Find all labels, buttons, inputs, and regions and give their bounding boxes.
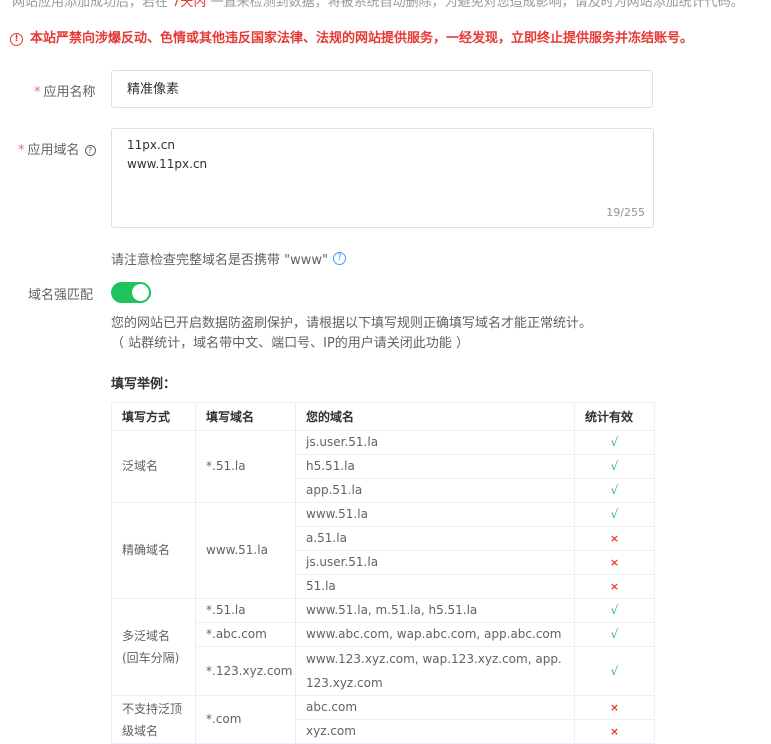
your-domain-cell: www.abc.com, wap.abc.com, app.abc.com	[295, 622, 575, 647]
valid-check-icon: √	[574, 502, 655, 527]
your-domain-cell: a.51.la	[295, 526, 575, 551]
example-title: 填写举例：	[111, 377, 177, 392]
strict-match-desc-line1: 您的网站已开启数据防盗刷保护，请根据以下填写规则正确填写域名才能正常统计。	[111, 316, 593, 331]
valid-check-icon: √	[574, 598, 655, 623]
your-domain-cell: h5.51.la	[295, 454, 575, 479]
column-header: 统计有效	[574, 402, 655, 431]
required-mark: *	[34, 85, 41, 100]
valid-check-icon: √	[574, 454, 655, 479]
help-icon[interactable]: ?	[84, 145, 96, 156]
strict-match-toggle[interactable]	[111, 282, 151, 303]
retention-notice-prefix: 网站应用添加成功后，若在	[12, 0, 169, 10]
your-domain-cell: 51.la	[295, 574, 575, 599]
required-mark: *	[18, 143, 25, 158]
your-domain-cell: abc.com	[295, 695, 575, 720]
entered-domain-cell: *.abc.com	[195, 622, 296, 647]
method-line: 不支持泛顶	[122, 701, 183, 716]
invalid-cross-icon: ×	[574, 550, 655, 575]
table-row: 精确域名 www.51.la www.51.la √	[111, 502, 655, 599]
valid-check-icon: √	[574, 478, 655, 503]
your-domain-cell: www.51.la, m.51.la, h5.51.la	[295, 598, 575, 623]
entered-domain-cell: *.com	[195, 695, 296, 744]
alert-circle-icon: !	[10, 32, 23, 46]
method-cell: 多泛域名 (回车分隔)	[111, 598, 196, 696]
char-counter: 19/255	[606, 206, 645, 219]
app-name-input[interactable]: 精准像素	[111, 70, 653, 108]
domain-www-hint: 请注意检查完整域名是否携带 "www" ?	[111, 249, 346, 268]
legal-warning-text: 本站严禁向涉爆反动、色情或其他违反国家法律、法规的网站提供服务，一经发现，立即终…	[30, 31, 694, 46]
app-name-label: * 应用名称	[34, 81, 96, 100]
table-row: 泛域名 *.51.la js.user.51.la √	[111, 430, 655, 503]
table-row: 不支持泛顶 级域名 *.com abc.com ×	[111, 695, 655, 744]
legal-warning: ! 本站严禁向涉爆反动、色情或其他违反国家法律、法规的网站提供服务，一经发现，立…	[10, 30, 693, 48]
entered-domain-cell: *.51.la	[195, 598, 296, 623]
domain-rules-table: 填写方式 填写域名 您的域名 统计有效 泛域名 *.51.la js.user.…	[111, 402, 655, 744]
column-header: 填写方式	[111, 402, 196, 431]
invalid-cross-icon: ×	[574, 695, 655, 720]
your-domain-cell: js.user.51.la	[295, 430, 575, 455]
method-cell: 不支持泛顶 级域名	[111, 695, 196, 744]
valid-check-icon: √	[574, 430, 655, 455]
table-row: 多泛域名 (回车分隔) *.51.la www.51.la, m.51.la, …	[111, 598, 655, 696]
app-domain-label-text: 应用域名	[27, 143, 80, 158]
your-domain-cell: js.user.51.la	[295, 550, 575, 575]
domain-www-hint-text: 请注意检查完整域名是否携带 "www"	[111, 253, 328, 268]
entered-domain-cell: www.51.la	[195, 502, 296, 599]
invalid-cross-icon: ×	[574, 526, 655, 551]
domain-line: 11px.cn	[127, 138, 176, 152]
your-domain-cell: www.51.la	[295, 502, 575, 527]
retention-days: 7天内	[172, 0, 207, 10]
retention-notice-suffix: 一直未检测到数据，将被系统自动删除，为避免对您造成影响，请及时为网站添加统计代码…	[210, 0, 744, 10]
your-domain-cell: www.123.xyz.com, wap.123.xyz.com, app.12…	[295, 646, 575, 696]
valid-check-icon: √	[574, 622, 655, 647]
valid-check-icon: √	[574, 646, 655, 696]
toggle-knob	[132, 284, 149, 301]
column-header: 填写域名	[195, 402, 296, 431]
strict-match-desc-line2: （ 站群统计，域名带中文、端口号、IP的用户请关闭此功能 ）	[111, 336, 469, 351]
strict-match-label: 域名强匹配	[28, 288, 94, 303]
app-name-label-text: 应用名称	[43, 85, 96, 100]
your-domain-cell: app.51.la	[295, 478, 575, 503]
column-header: 您的域名	[295, 402, 575, 431]
method-cell: 精确域名	[111, 502, 196, 599]
invalid-cross-icon: ×	[574, 574, 655, 599]
entered-domain-cell: *.123.xyz.com	[195, 646, 296, 696]
method-line: 多泛域名	[122, 629, 171, 643]
help-icon[interactable]: ?	[333, 252, 346, 265]
entered-domain-cell: *.51.la	[195, 430, 296, 503]
app-domain-textarea[interactable]: 11px.cn www.11px.cn 19/255	[111, 128, 654, 228]
domain-line: www.11px.cn	[127, 157, 208, 171]
method-cell: 泛域名	[111, 430, 196, 503]
strict-match-description: 您的网站已开启数据防盗刷保护，请根据以下填写规则正确填写域名才能正常统计。 （ …	[111, 314, 592, 354]
method-line: 级域名	[122, 723, 159, 738]
retention-notice: 网站应用添加成功后，若在 7天内 一直未检测到数据，将被系统自动删除，为避免对您…	[12, 0, 744, 13]
method-line: (回车分隔)	[122, 651, 180, 665]
app-domain-label: * 应用域名?	[18, 139, 96, 158]
table-header-row: 填写方式 填写域名 您的域名 统计有效	[111, 402, 655, 431]
